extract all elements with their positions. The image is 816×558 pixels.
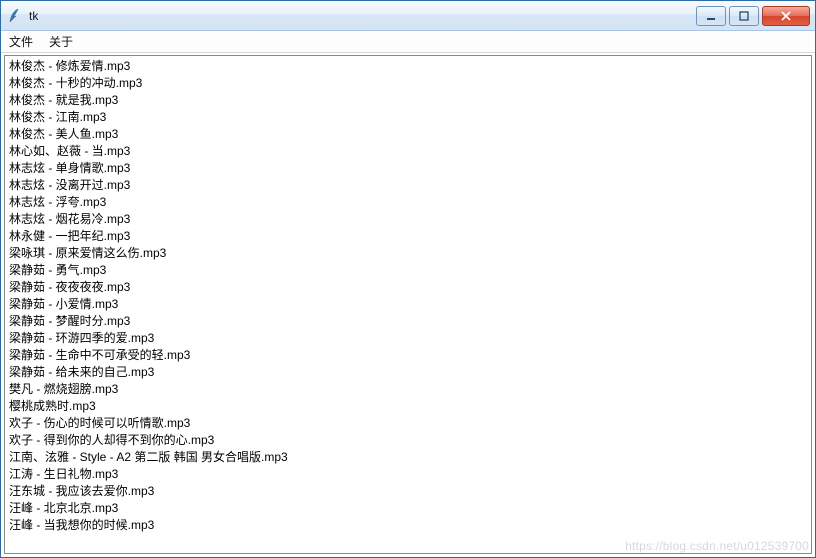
list-item[interactable]: 林志炫 - 浮夸.mp3: [9, 194, 811, 211]
list-item[interactable]: 汪峰 - 北京北京.mp3: [9, 500, 811, 517]
list-item[interactable]: 梁静茹 - 夜夜夜夜.mp3: [9, 279, 811, 296]
list-item[interactable]: 樊凡 - 燃烧翅膀.mp3: [9, 381, 811, 398]
menu-file[interactable]: 文件: [1, 31, 41, 52]
minimize-button[interactable]: [696, 6, 726, 26]
list-item[interactable]: 樱桃成熟时.mp3: [9, 398, 811, 415]
list-item[interactable]: 林俊杰 - 美人鱼.mp3: [9, 126, 811, 143]
list-item[interactable]: 林俊杰 - 江南.mp3: [9, 109, 811, 126]
list-item[interactable]: 欢子 - 得到你的人却得不到你的心.mp3: [9, 432, 811, 449]
list-item[interactable]: 江涛 - 生日礼物.mp3: [9, 466, 811, 483]
close-button[interactable]: [762, 6, 810, 26]
menubar: 文件 关于: [1, 31, 815, 53]
list-item[interactable]: 林俊杰 - 修炼爱情.mp3: [9, 58, 811, 75]
list-item[interactable]: 林心如、赵薇 - 当.mp3: [9, 143, 811, 160]
list-item[interactable]: 梁咏琪 - 原来爱情这么伤.mp3: [9, 245, 811, 262]
list-item[interactable]: 林永健 - 一把年纪.mp3: [9, 228, 811, 245]
maximize-button[interactable]: [729, 6, 759, 26]
list-item[interactable]: 欢子 - 伤心的时候可以听情歌.mp3: [9, 415, 811, 432]
list-item[interactable]: 梁静茹 - 勇气.mp3: [9, 262, 811, 279]
window-title: tk: [29, 8, 38, 23]
client-area: 林俊杰 - 修炼爱情.mp3林俊杰 - 十秒的冲动.mp3林俊杰 - 就是我.m…: [4, 55, 812, 554]
list-item[interactable]: 梁静茹 - 梦醒时分.mp3: [9, 313, 811, 330]
list-item[interactable]: 林俊杰 - 十秒的冲动.mp3: [9, 75, 811, 92]
list-item[interactable]: 梁静茹 - 生命中不可承受的轻.mp3: [9, 347, 811, 364]
list-item[interactable]: 汪东城 - 我应该去爱你.mp3: [9, 483, 811, 500]
list-item[interactable]: 林志炫 - 烟花易冷.mp3: [9, 211, 811, 228]
list-item[interactable]: 林志炫 - 单身情歌.mp3: [9, 160, 811, 177]
list-item[interactable]: 汪峰 - 当我想你的时候.mp3: [9, 517, 811, 534]
list-item[interactable]: 林志炫 - 没离开过.mp3: [9, 177, 811, 194]
list-item[interactable]: 梁静茹 - 给未来的自己.mp3: [9, 364, 811, 381]
titlebar: tk: [1, 1, 815, 31]
tk-feather-icon: [7, 8, 23, 24]
window-controls: [696, 6, 811, 26]
list-item[interactable]: 林俊杰 - 就是我.mp3: [9, 92, 811, 109]
menu-about[interactable]: 关于: [41, 31, 81, 52]
list-item[interactable]: 梁静茹 - 小爱情.mp3: [9, 296, 811, 313]
file-listbox[interactable]: 林俊杰 - 修炼爱情.mp3林俊杰 - 十秒的冲动.mp3林俊杰 - 就是我.m…: [5, 56, 811, 534]
list-item[interactable]: 江南、泫雅 - Style - A2 第二版 韩国 男女合唱版.mp3: [9, 449, 811, 466]
list-item[interactable]: 梁静茹 - 环游四季的爱.mp3: [9, 330, 811, 347]
